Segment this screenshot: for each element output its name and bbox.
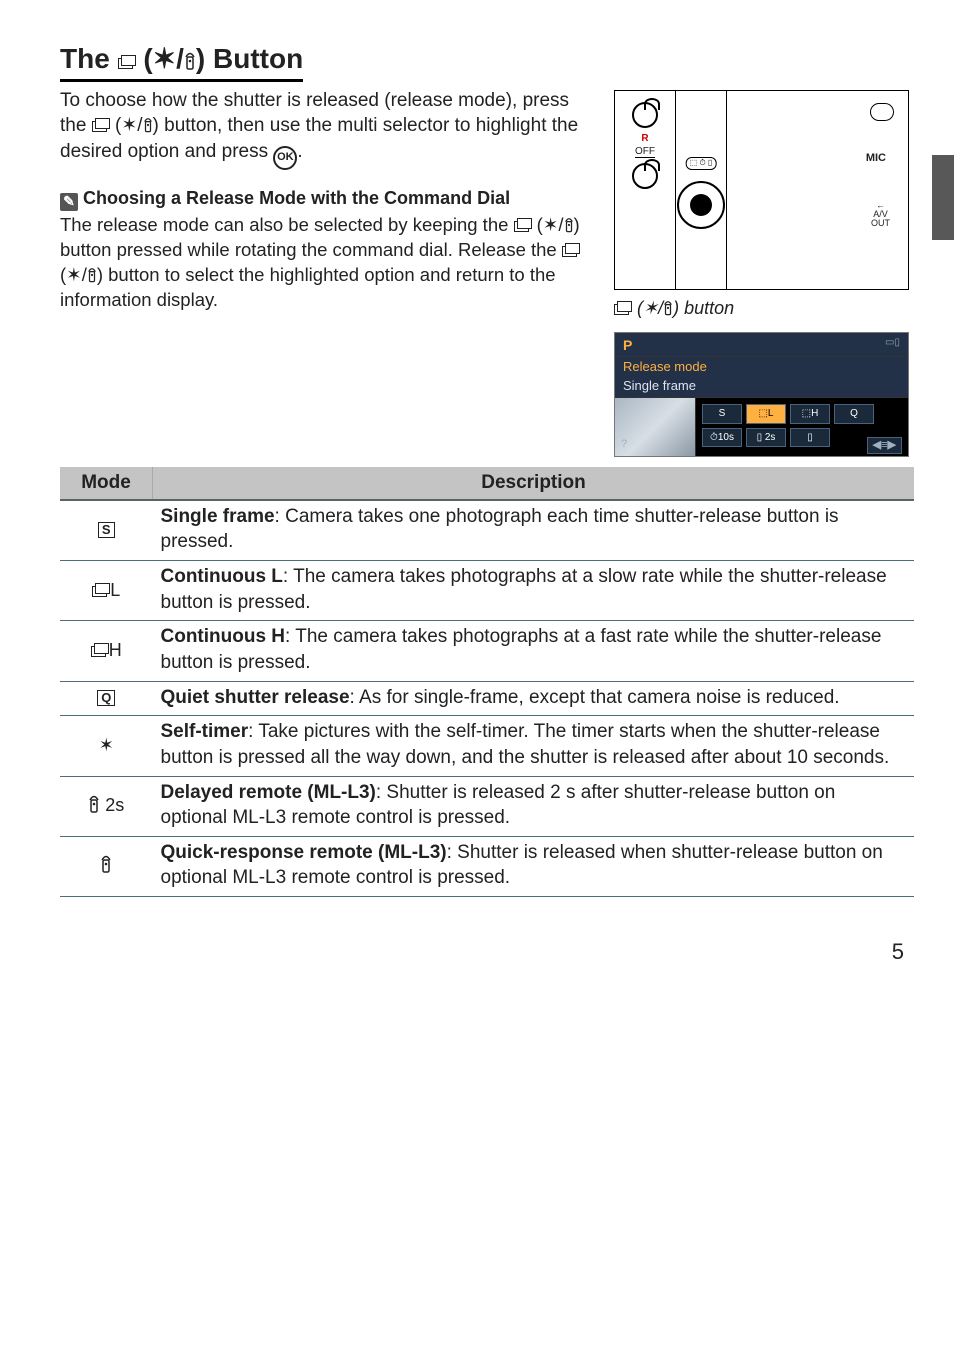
- desc-cell: Continuous H: The camera takes photograp…: [153, 621, 915, 681]
- timer-icon: ✶: [121, 115, 137, 136]
- button-label: ⬚ ⏱ ▯: [686, 157, 717, 170]
- col-mode: Mode: [60, 467, 153, 500]
- remote-icon: [663, 300, 673, 316]
- table-row: L Continuous L: The camera takes photogr…: [60, 561, 914, 621]
- mode-dial-icon: [632, 102, 658, 128]
- desc-cell: Delayed remote (ML-L3): Shutter is relea…: [153, 776, 915, 836]
- remote-icon: [143, 117, 153, 133]
- table-row: Quick-response remote (ML-L3): Shutter i…: [60, 836, 914, 896]
- ok-icon: OK: [273, 146, 297, 170]
- mic-label: MIC: [866, 151, 886, 166]
- av-label: ←A/VOUT: [871, 201, 890, 228]
- timer-icon: ✶: [66, 264, 82, 285]
- screen-title: Release mode: [615, 357, 908, 377]
- mode-option: S: [702, 404, 742, 424]
- remote-icon: [87, 267, 97, 283]
- port-icon: [870, 103, 894, 121]
- burst-icon: [514, 218, 532, 232]
- movie-dial-icon: [632, 163, 658, 189]
- quiet-icon: Q: [97, 690, 115, 706]
- single-frame-icon: S: [98, 522, 115, 538]
- battery-icon: ▭▯: [885, 336, 900, 355]
- mode-table: Mode Description S Single frame: Camera …: [60, 467, 914, 897]
- mode-icon-cell: Q: [60, 681, 153, 716]
- mode-icon-cell: H: [60, 621, 153, 681]
- roff-label: ROFF: [615, 132, 675, 159]
- info-display: P ▭▯ Release mode Single frame S ⬚L ⬚H Q…: [614, 332, 909, 457]
- table-row: 2s Delayed remote (ML-L3): Shutter is re…: [60, 776, 914, 836]
- nav-hint: ◀≡▶: [867, 437, 902, 454]
- desc-cell: Single frame: Camera takes one photograp…: [153, 500, 915, 561]
- self-timer-icon: ✶: [99, 735, 114, 755]
- delayed-remote-icon: [88, 795, 100, 813]
- mode-icon-cell: [60, 836, 153, 896]
- mode-indicator: P: [623, 336, 632, 355]
- page-title: The (✶/) Button: [60, 40, 303, 82]
- mode-icon-cell: ✶: [60, 716, 153, 776]
- intro-text: To choose how the shutter is released (r…: [60, 88, 594, 170]
- burst-icon: [614, 301, 632, 315]
- page-number: 5: [60, 937, 914, 967]
- note-heading: ✎ Choosing a Release Mode with the Comma…: [60, 186, 594, 211]
- mode-option: ⬚L: [746, 404, 786, 424]
- burst-icon: [562, 243, 580, 257]
- release-button-icon: [677, 181, 725, 229]
- mode-icon-cell: S: [60, 500, 153, 561]
- table-row: Q Quiet shutter release: As for single-f…: [60, 681, 914, 716]
- paren-icons: (✶/): [143, 43, 205, 74]
- burst-icon: [118, 55, 136, 69]
- remote-icon: [184, 52, 196, 70]
- remote-icon: [564, 217, 574, 233]
- camera-diagram: ROFF ⬚ ⏱ ▯ MIC ←A/VOUT: [614, 90, 909, 290]
- burst-icon: [92, 118, 110, 132]
- diagram-caption: (✶/) button: [614, 296, 914, 320]
- desc-cell: Continuous L: The camera takes photograp…: [153, 561, 915, 621]
- note-icon: ✎: [60, 193, 78, 211]
- table-row: H Continuous H: The camera takes photogr…: [60, 621, 914, 681]
- quick-remote-icon: [100, 855, 112, 873]
- timer-icon: ✶: [543, 214, 559, 235]
- mode-icon-cell: 2s: [60, 776, 153, 836]
- screen-subtitle: Single frame: [615, 377, 908, 399]
- mode-option: Q: [834, 404, 874, 424]
- table-row: S Single frame: Camera takes one photogr…: [60, 500, 914, 561]
- mode-icon-cell: L: [60, 561, 153, 621]
- continuous-high-icon: [91, 643, 109, 657]
- desc-cell: Quiet shutter release: As for single-fra…: [153, 681, 915, 716]
- continuous-low-icon: [92, 583, 110, 597]
- mode-option: ⬚H: [790, 404, 830, 424]
- desc-cell: Self-timer: Take pictures with the self-…: [153, 716, 915, 776]
- note-body: The release mode can also be selected by…: [60, 213, 594, 313]
- help-icon: ?: [621, 437, 627, 454]
- col-desc: Description: [153, 467, 915, 500]
- table-row: ✶ Self-timer: Take pictures with the sel…: [60, 716, 914, 776]
- desc-cell: Quick-response remote (ML-L3): Shutter i…: [153, 836, 915, 896]
